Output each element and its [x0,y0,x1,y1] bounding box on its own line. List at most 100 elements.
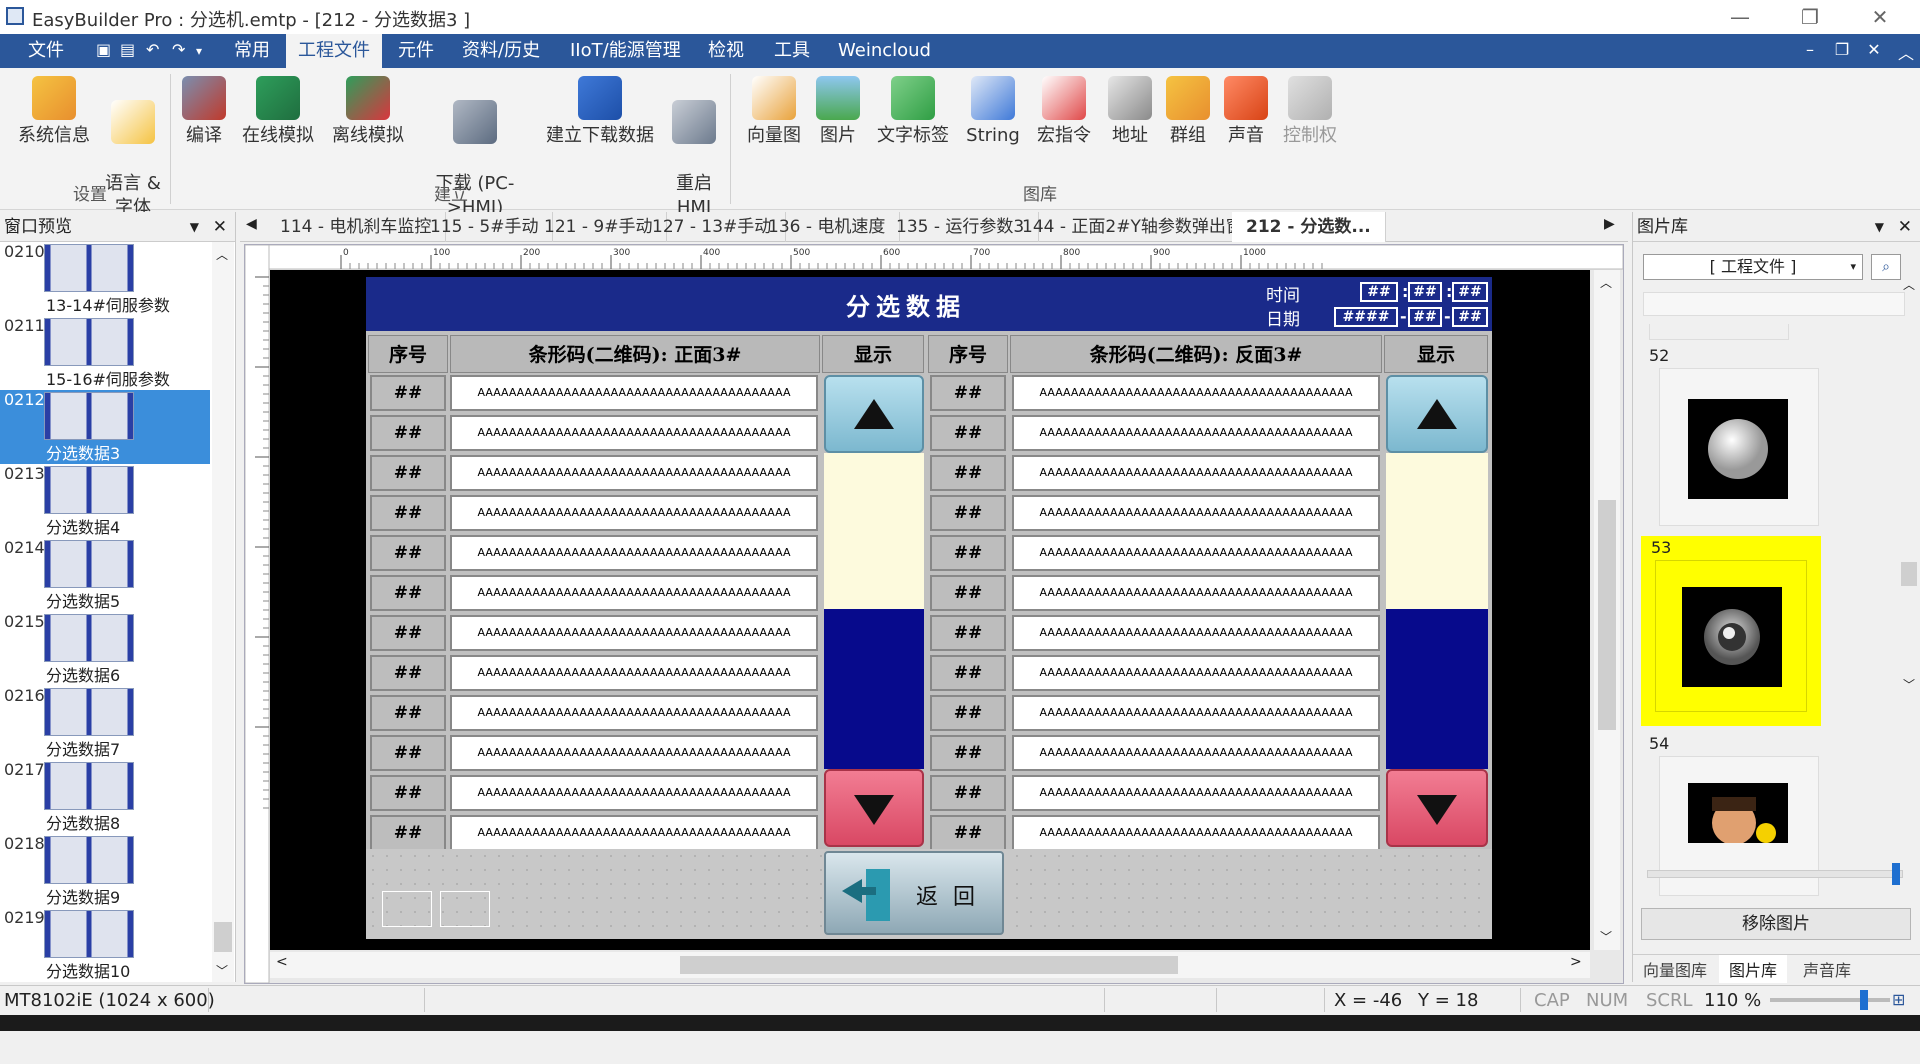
tab-scroll-right-icon[interactable]: ▶ [1604,216,1615,232]
barcode-front-field[interactable]: AAAAAAAAAAAAAAAAAAAAAAAAAAAAAAAAAAAAAAAA [450,695,818,731]
group-button[interactable]: 群组 [1162,76,1214,148]
menu-file[interactable]: 文件 [16,34,76,68]
preview-scrollbar[interactable]: ︿ ﹀ [212,242,234,982]
tab-sound-library[interactable]: 声音库 [1803,957,1851,981]
minimize-button[interactable]: — [1710,2,1770,32]
barcode-back-field[interactable]: AAAAAAAAAAAAAAAAAAAAAAAAAAAAAAAAAAAAAAAA [1012,535,1380,571]
scroll-down-button-right[interactable] [1386,769,1488,847]
panel-menu-icon[interactable]: ▼ [190,212,199,242]
text-label-button[interactable]: 文字标签 [870,76,956,148]
picture-item[interactable] [1659,368,1819,526]
scroll-track-right[interactable] [1386,453,1488,609]
scroll-down-icon[interactable]: ﹀ [216,962,228,979]
scroll-thumb[interactable] [1901,562,1917,586]
library-dropdown[interactable]: [ 工程文件 ] ▾ [1643,254,1863,280]
mdi-close-icon[interactable]: ✕ [1860,40,1888,59]
mdi-minimize-icon[interactable]: – [1796,40,1824,59]
scroll-up-icon[interactable]: ︿ [216,246,228,263]
tab-vector-library[interactable]: 向量图库 [1643,957,1707,981]
dropdown-icon[interactable]: ▾ [196,44,202,58]
macro-button[interactable]: 宏指令 [1032,76,1096,148]
sound-button[interactable]: 声音 [1220,76,1272,148]
remove-picture-button[interactable]: 移除图片 [1641,908,1911,940]
barcode-back-field[interactable]: AAAAAAAAAAAAAAAAAAAAAAAAAAAAAAAAAAAAAAAA [1012,735,1380,771]
barcode-front-field[interactable]: AAAAAAAAAAAAAAAAAAAAAAAAAAAAAAAAAAAAAAAA [450,615,818,651]
menu-project[interactable]: 工程文件 [286,34,382,68]
scroll-up-button-right[interactable] [1386,375,1488,453]
scroll-left-icon[interactable]: < [276,954,288,970]
menu-iiot[interactable]: IIoT/能源管理 [558,34,693,68]
window-thumbnail[interactable]: 0215 分选数据6 [0,612,210,686]
string-button[interactable]: String [962,76,1024,148]
scroll-thumb[interactable] [680,956,1178,974]
window-thumbnail[interactable]: 0216 分选数据7 [0,686,210,760]
online-sim-button[interactable]: 在线模拟 [236,76,320,148]
menu-object[interactable]: 元件 [386,34,446,68]
undo-icon[interactable]: ↶ [146,40,159,59]
mdi-restore-icon[interactable]: ❐ [1828,40,1856,59]
redo-icon[interactable]: ↷ [172,40,185,59]
close-button[interactable]: ✕ [1850,2,1910,32]
zoom-slider[interactable] [1770,990,1890,1010]
barcode-front-field[interactable]: AAAAAAAAAAAAAAAAAAAAAAAAAAAAAAAAAAAAAAAA [450,655,818,691]
window-thumbnail[interactable]: 0214 分选数据5 [0,538,210,612]
barcode-back-field[interactable]: AAAAAAAAAAAAAAAAAAAAAAAAAAAAAAAAAAAAAAAA [1012,575,1380,611]
document-tab[interactable]: 136 - 电机速度 [754,212,901,242]
tab-picture-library[interactable]: 图片库 [1719,955,1788,983]
scroll-down-button-left[interactable] [824,769,924,847]
barcode-back-field[interactable]: AAAAAAAAAAAAAAAAAAAAAAAAAAAAAAAAAAAAAAAA [1012,455,1380,491]
back-button[interactable]: 返 回 [824,851,1004,935]
scroll-down-icon[interactable]: ﹀ [1600,928,1612,945]
barcode-front-field[interactable]: AAAAAAAAAAAAAAAAAAAAAAAAAAAAAAAAAAAAAAAA [450,375,818,411]
barcode-front-field[interactable]: AAAAAAAAAAAAAAAAAAAAAAAAAAAAAAAAAAAAAAAA [450,495,818,531]
barcode-back-field[interactable]: AAAAAAAAAAAAAAAAAAAAAAAAAAAAAAAAAAAAAAAA [1012,775,1380,811]
scroll-right-icon[interactable]: > [1570,954,1582,970]
scroll-up-icon[interactable]: ︿ [1903,276,1915,293]
menu-data-history[interactable]: 资料/历史 [450,34,552,68]
window-thumbnail[interactable]: 0210 13-14#伺服参数 [0,242,210,316]
search-icon[interactable]: ⌕ [1871,254,1901,280]
build-download-data-button[interactable]: 建立下载数据 [540,76,660,148]
filter-field[interactable] [1643,292,1905,316]
menu-view[interactable]: 检视 [696,34,756,68]
scroll-up-icon[interactable]: ︿ [1600,274,1612,291]
library-scrollbar[interactable]: ︿ ﹀ [1899,276,1919,696]
placeholder-box[interactable] [440,891,490,927]
window-thumbnail[interactable]: 0213 分选数据4 [0,464,210,538]
menu-home[interactable]: 常用 [222,34,282,68]
scroll-thumb-left[interactable] [824,609,924,769]
barcode-front-field[interactable]: AAAAAAAAAAAAAAAAAAAAAAAAAAAAAAAAAAAAAAAA [450,455,818,491]
scroll-down-icon[interactable]: ﹀ [1903,676,1915,693]
picture-item-selected[interactable]: 53 [1641,536,1821,726]
barcode-back-field[interactable]: AAAAAAAAAAAAAAAAAAAAAAAAAAAAAAAAAAAAAAAA [1012,495,1380,531]
thumbnail-size-slider[interactable] [1647,863,1903,885]
panel-close-icon[interactable]: ✕ [1898,212,1912,242]
fit-window-icon[interactable]: ⊞ [1892,990,1905,1009]
barcode-front-field[interactable]: AAAAAAAAAAAAAAAAAAAAAAAAAAAAAAAAAAAAAAAA [450,815,818,851]
barcode-back-field[interactable]: AAAAAAAAAAAAAAAAAAAAAAAAAAAAAAAAAAAAAAAA [1012,815,1380,851]
panel-menu-icon[interactable]: ▼ [1875,212,1884,242]
barcode-back-field[interactable]: AAAAAAAAAAAAAAAAAAAAAAAAAAAAAAAAAAAAAAAA [1012,615,1380,651]
scroll-thumb-right[interactable] [1386,609,1488,769]
menu-tools[interactable]: 工具 [762,34,822,68]
barcode-front-field[interactable]: AAAAAAAAAAAAAAAAAAAAAAAAAAAAAAAAAAAAAAAA [450,775,818,811]
offline-sim-button[interactable]: 离线模拟 [326,76,410,148]
collapse-ribbon-icon[interactable]: ︿ [1892,40,1920,64]
barcode-back-field[interactable]: AAAAAAAAAAAAAAAAAAAAAAAAAAAAAAAAAAAAAAAA [1012,375,1380,411]
picture-button[interactable]: 图片 [812,76,864,148]
scroll-thumb[interactable] [214,922,232,952]
slider-thumb[interactable] [1892,863,1900,885]
editor-vscrollbar[interactable]: ︿ ﹀ [1594,270,1620,950]
document-tab[interactable]: 212 - 分选数... [1232,212,1386,242]
zoom-slider-thumb[interactable] [1860,990,1868,1010]
barcode-front-field[interactable]: AAAAAAAAAAAAAAAAAAAAAAAAAAAAAAAAAAAAAAAA [450,735,818,771]
window-thumbnail[interactable]: 0218 分选数据9 [0,834,210,908]
barcode-front-field[interactable]: AAAAAAAAAAAAAAAAAAAAAAAAAAAAAAAAAAAAAAAA [450,415,818,451]
scroll-track-left[interactable] [824,453,924,609]
window-thumbnail[interactable]: 0211 15-16#伺服参数 [0,316,210,390]
save-icon[interactable]: ▣ [96,40,111,59]
vector-button[interactable]: 向量图 [740,76,808,148]
scroll-up-button-left[interactable] [824,375,924,453]
window-thumbnail[interactable]: 0219 分选数据10 [0,908,210,982]
compile-button[interactable]: 编译 [176,76,232,148]
